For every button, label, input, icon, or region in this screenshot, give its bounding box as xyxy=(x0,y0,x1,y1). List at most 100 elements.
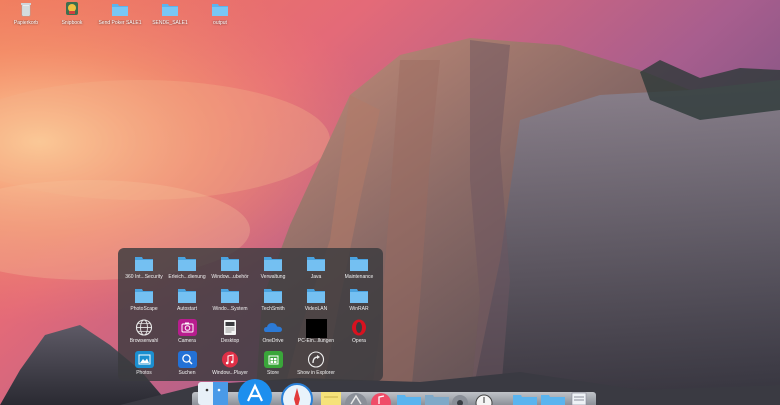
desktop-item-label: Send Poker SALE1 xyxy=(98,20,142,26)
arrow-icon xyxy=(307,351,325,368)
folder-java[interactable]: Java xyxy=(294,255,338,283)
item-label: Java xyxy=(310,274,322,280)
globe-icon xyxy=(135,319,153,336)
search-icon xyxy=(177,351,197,368)
item-label: OneDrive xyxy=(262,338,284,344)
folder-verwaltung[interactable]: Verwaltung xyxy=(251,255,295,283)
folder-icon xyxy=(350,289,368,303)
folder-windows-system[interactable]: Windo...System xyxy=(208,287,252,315)
photos-icon xyxy=(134,351,154,368)
app-camera[interactable]: Camera xyxy=(165,319,209,347)
item-label: Windo...System xyxy=(212,306,248,312)
folder-icon xyxy=(307,257,325,271)
folder-icon[interactable] xyxy=(396,394,422,405)
camera-icon xyxy=(177,319,197,336)
folder-icon xyxy=(264,257,282,271)
launch-folder-panel: 360 Int...Security Erleich...dienung Win… xyxy=(118,248,383,381)
desktop-icon-area: Papierkorb Snipbook Send Poker SALE1 SEN… xyxy=(0,0,260,40)
notes-icon[interactable] xyxy=(320,390,342,405)
itunes-icon[interactable] xyxy=(370,392,392,405)
item-label: Maintenance xyxy=(344,274,374,280)
app-browserwahl[interactable]: Browserwahl xyxy=(122,319,166,347)
show-in-explorer-button[interactable]: Show in Explorer xyxy=(294,351,338,379)
clock-icon[interactable] xyxy=(474,393,494,405)
folder-autostart[interactable]: Autostart xyxy=(165,287,209,315)
item-label: Photos xyxy=(136,370,152,376)
item-label: Desktop xyxy=(220,338,240,344)
folder-icon xyxy=(221,289,239,303)
folder-winrar[interactable]: WinRAR xyxy=(337,287,381,315)
trash-icon xyxy=(21,3,31,17)
app-pc-einstellungen[interactable]: PC-Ein...llungen xyxy=(294,319,338,347)
folder-videolan[interactable]: VideoLAN xyxy=(294,287,338,315)
folder-icon xyxy=(112,4,128,16)
desktop-item-output[interactable]: output xyxy=(194,1,246,35)
item-label: Browserwahl xyxy=(129,338,159,344)
desktop-item-papierkorb[interactable]: Papierkorb xyxy=(0,1,52,35)
desktop-item-label: Papierkorb xyxy=(13,20,39,26)
safari-icon[interactable] xyxy=(280,382,314,405)
settings-icon xyxy=(305,319,327,338)
app-windows-media-player[interactable]: Window...Player xyxy=(208,351,252,379)
app-onedrive[interactable]: OneDrive xyxy=(251,319,295,347)
folder-icon xyxy=(178,257,196,271)
folder-icon xyxy=(135,289,153,303)
item-label: Verwaltung xyxy=(260,274,286,280)
folder-icon xyxy=(307,289,325,303)
folder-icon xyxy=(212,4,228,16)
folder-icon xyxy=(135,257,153,271)
settings-icon[interactable] xyxy=(450,393,470,405)
item-label: TechSmith xyxy=(261,306,285,312)
folder-icon xyxy=(221,257,239,271)
store-icon xyxy=(263,351,283,368)
app-photos[interactable]: Photos xyxy=(122,351,166,379)
cloud-icon xyxy=(264,323,282,332)
folder-windows-zubehoer[interactable]: Window...ubehör xyxy=(208,255,252,283)
app-suchen[interactable]: Suchen xyxy=(165,351,209,379)
folder-360-security[interactable]: 360 Int...Security xyxy=(122,255,166,283)
desktop-icon xyxy=(224,320,236,335)
item-label: Store xyxy=(267,370,279,376)
folder-icon xyxy=(162,4,178,16)
document-icon[interactable] xyxy=(568,392,590,405)
folder-icon xyxy=(264,289,282,303)
folder-icon[interactable] xyxy=(512,394,538,405)
folder-techsmith[interactable]: TechSmith xyxy=(251,287,295,315)
launchpad-icon[interactable] xyxy=(344,392,368,405)
desktop-item-label: Snipbook xyxy=(61,20,83,26)
opera-icon xyxy=(352,319,366,336)
item-label: Autostart xyxy=(176,306,197,312)
item-label: PC-Ein...llungen xyxy=(297,338,335,344)
item-label: 360 Int...Security xyxy=(125,274,163,280)
desktop-wallpaper xyxy=(0,0,780,405)
music-icon xyxy=(222,351,238,368)
desktop-item-snipbook[interactable]: Snipbook xyxy=(46,1,98,35)
item-label: VideoLAN xyxy=(304,306,328,312)
app-store-icon[interactable] xyxy=(236,377,274,405)
app-icon xyxy=(66,2,78,15)
item-label: Window...Player xyxy=(212,370,248,376)
item-label: PhotoScape xyxy=(130,306,158,312)
desktop-item-send-poker[interactable]: Send Poker SALE1 xyxy=(94,1,146,35)
folder-icon xyxy=(350,257,368,271)
folder-icon xyxy=(178,289,196,303)
desktop-item-label: output xyxy=(213,20,227,26)
item-label: Erleich...dienung xyxy=(168,274,206,280)
item-label: Camera xyxy=(178,338,196,344)
item-label: WinRAR xyxy=(349,306,369,312)
folder-maintenance[interactable]: Maintenance xyxy=(337,255,381,283)
folder-icon[interactable] xyxy=(540,394,566,405)
item-label: Opera xyxy=(352,338,366,344)
folder-erleichterte-bedienung[interactable]: Erleich...dienung xyxy=(165,255,209,283)
item-label: Window...ubehör xyxy=(211,274,249,280)
item-label: Show in Explorer xyxy=(297,370,335,376)
app-store[interactable]: Store xyxy=(251,351,295,379)
app-opera[interactable]: Opera xyxy=(337,319,381,347)
finder-icon[interactable] xyxy=(196,380,230,405)
item-label: Suchen xyxy=(178,370,196,376)
desktop-item-label: SENDE_SALE1 xyxy=(152,20,188,26)
folder-icon[interactable] xyxy=(424,394,450,405)
folder-photoscape[interactable]: PhotoScape xyxy=(122,287,166,315)
app-desktop[interactable]: Desktop xyxy=(208,319,252,347)
desktop-item-sende-sale1[interactable]: SENDE_SALE1 xyxy=(144,1,196,35)
